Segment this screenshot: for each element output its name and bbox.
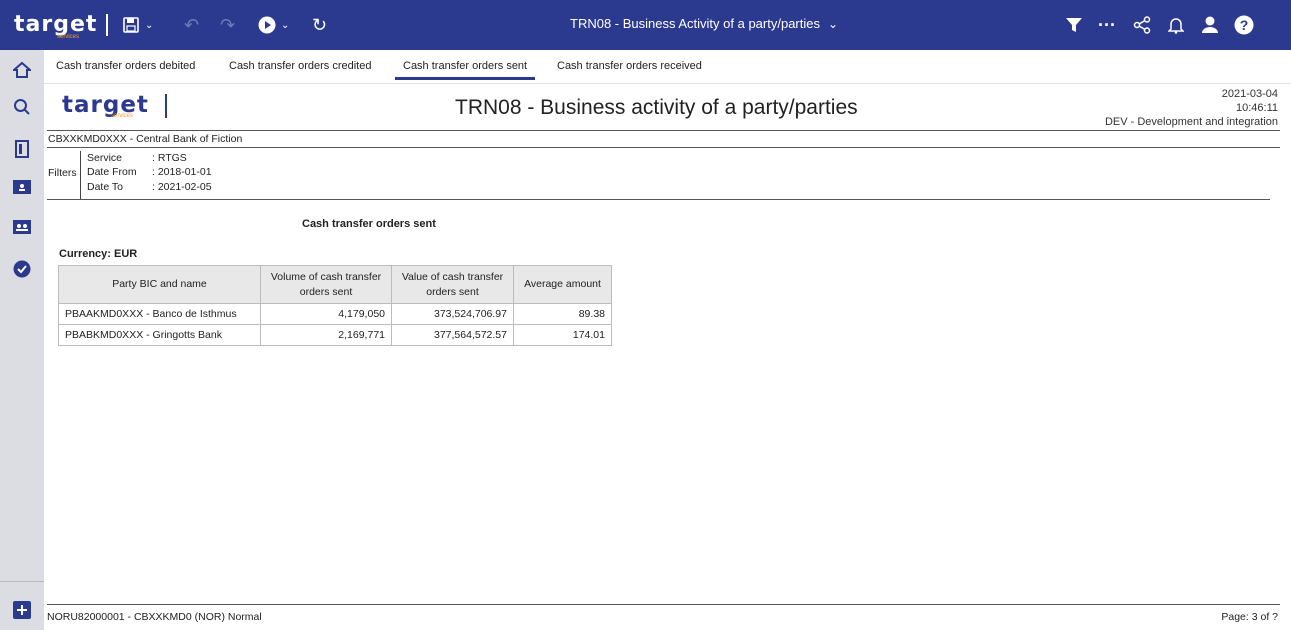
home-icon[interactable] [0, 53, 44, 87]
column-header: Volume of cash transfer orders sent [260, 265, 392, 304]
average-cell: 89.38 [513, 303, 612, 325]
app-logo: target [14, 12, 98, 37]
help-icon[interactable]: ? [1234, 13, 1254, 37]
column-header: Party BIC and name [58, 265, 261, 304]
report-logo: target [62, 92, 149, 118]
report-environment: DEV - Development and integration [1104, 116, 1278, 128]
team-folder-icon[interactable] [0, 210, 44, 244]
filter-value: : RTGS [152, 152, 187, 164]
library-icon[interactable] [0, 132, 44, 166]
filter-key: Date To [87, 181, 123, 193]
report-date: 2021-03-04 [1221, 88, 1278, 100]
filter-value: : 2021-02-05 [152, 181, 212, 193]
left-rail [0, 50, 44, 630]
filters-label: Filters [48, 167, 77, 179]
filter-value: : 2018-01-01 [152, 166, 212, 178]
run-menu-chevron-icon[interactable]: ⌄ [281, 13, 289, 37]
filter-key: Service [87, 152, 123, 164]
filter-date-from: Date From : 2018-01-01 [87, 166, 212, 178]
tab-cash-transfer-orders-received[interactable]: Cash transfer orders received [557, 60, 702, 72]
save-menu-chevron-icon[interactable]: ⌄ [145, 13, 153, 37]
report-title-dropdown[interactable]: TRN08 - Business Activity of a party/par… [570, 16, 838, 31]
section-title: Cash transfer orders sent [302, 218, 436, 230]
check-icon[interactable] [0, 252, 44, 286]
header-divider [47, 130, 1280, 131]
save-icon[interactable] [123, 13, 139, 37]
filter-icon[interactable] [1066, 13, 1082, 37]
more-icon[interactable]: ··· [1098, 13, 1116, 37]
filters-bracket [80, 151, 81, 199]
value-cell: 377,564,572.57 [391, 324, 514, 346]
volume-cell: 4,179,050 [260, 303, 392, 325]
party-label: CBXXKMD0XXX - Central Bank of Fiction [48, 133, 243, 145]
folder-icon[interactable] [0, 170, 44, 204]
report-time: 10:46:11 [1235, 102, 1278, 114]
refresh-icon[interactable]: ↻ [312, 13, 327, 37]
table-header-row: Party BIC and name Volume of cash transf… [58, 265, 612, 304]
cash-transfer-table: Party BIC and name Volume of cash transf… [58, 265, 612, 346]
report-title: TRN08 - Business activity of a party/par… [455, 96, 858, 119]
report-logo-sub: services [111, 113, 134, 119]
share-icon[interactable] [1133, 13, 1151, 37]
filter-date-to: Date To : 2021-02-05 [87, 181, 212, 193]
svg-text:?: ? [1240, 17, 1249, 33]
average-cell: 174.01 [513, 324, 612, 346]
tab-cash-transfer-orders-credited[interactable]: Cash transfer orders credited [229, 60, 371, 72]
filters-divider [47, 199, 1270, 200]
filter-key: Date From [87, 166, 137, 178]
tab-cash-transfer-orders-sent[interactable]: Cash transfer orders sent [394, 60, 536, 80]
report-meta: 2021-03-04 10:46:11 DEV - Development an… [1105, 87, 1278, 129]
user-icon[interactable] [1202, 13, 1218, 37]
search-icon[interactable] [0, 90, 44, 124]
table-row: PBAAKMD0XXX - Banco de Isthmus 4,179,050… [58, 303, 612, 325]
footer-divider [47, 604, 1280, 605]
bell-icon[interactable] [1168, 13, 1184, 37]
value-cell: 373,524,706.97 [391, 303, 514, 325]
run-icon[interactable] [258, 13, 276, 37]
add-icon[interactable] [0, 593, 44, 627]
chevron-down-icon: ⌄ [827, 16, 839, 31]
report-title-bar: TRN08 - Business Activity of a party/par… [570, 16, 820, 31]
top-bar: target services ⌄ ↶ ↷ ⌄ ↻ TRN08 - Busine… [0, 0, 1291, 50]
filter-service: Service : RTGS [87, 152, 187, 164]
report-tabs: Cash transfer orders debited Cash transf… [44, 50, 1291, 84]
redo-icon[interactable]: ↷ [220, 13, 235, 37]
tab-cash-transfer-orders-debited[interactable]: Cash transfer orders debited [56, 60, 195, 72]
party-divider [47, 147, 1280, 148]
undo-icon[interactable]: ↶ [184, 13, 199, 37]
column-header: Value of cash transfer orders sent [391, 265, 514, 304]
rail-divider [0, 581, 44, 582]
logo-divider [106, 14, 108, 36]
page-indicator: Page: 3 of ? [1221, 611, 1278, 623]
party-cell: PBAAKMD0XXX - Banco de Isthmus [58, 303, 261, 325]
footer-status: NORU82000001 - CBXXKMD0 (NOR) Normal [47, 611, 262, 623]
app-logo-sub: services [57, 34, 80, 40]
report-logo-divider [165, 94, 167, 118]
column-header: Average amount [513, 265, 612, 304]
party-cell: PBABKMD0XXX - Gringotts Bank [58, 324, 261, 346]
volume-cell: 2,169,771 [260, 324, 392, 346]
table-row: PBABKMD0XXX - Gringotts Bank 2,169,771 3… [58, 324, 612, 346]
currency-label: Currency: EUR [59, 248, 138, 260]
